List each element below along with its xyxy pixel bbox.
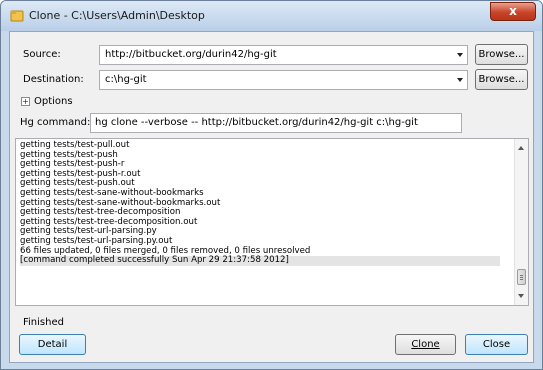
scroll-thumb[interactable] [517, 269, 526, 285]
scroll-up-icon[interactable] [518, 146, 524, 150]
tortoisehg-app-icon [10, 10, 24, 22]
hg-command-field[interactable]: hg clone --verbose -- http://bitbucket.o… [90, 113, 462, 133]
destination-value: c:\hg-git [105, 74, 147, 85]
destination-label: Destination: [23, 74, 84, 85]
close-button[interactable]: Close [465, 334, 528, 355]
log-scrollbar[interactable] [514, 139, 528, 305]
window-close-button[interactable]: x [490, 2, 536, 21]
window-title: Clone - C:\Users\Admin\Desktop [29, 9, 205, 22]
hg-command-value: hg clone --verbose -- http://bitbucket.o… [95, 117, 418, 128]
options-expand-icon[interactable]: + [21, 97, 30, 106]
clone-dialog-window: Clone - C:\Users\Admin\Desktop x Source:… [0, 0, 543, 370]
clone-button[interactable]: Clone [395, 334, 456, 355]
dialog-client-area: Source: http://bitbucket.org/durin42/hg-… [9, 31, 534, 363]
status-text: Finished [23, 317, 64, 328]
hg-command-label: Hg command: [20, 117, 91, 128]
source-value: http://bitbucket.org/durin42/hg-git [105, 49, 277, 60]
source-combobox[interactable]: http://bitbucket.org/durin42/hg-git [99, 45, 468, 65]
log-lines: getting tests/test-pull.out getting tests… [20, 140, 500, 266]
chevron-down-icon[interactable] [457, 78, 463, 82]
chevron-down-icon[interactable] [457, 53, 463, 57]
destination-browse-button[interactable]: Browse... [475, 69, 528, 90]
options-label[interactable]: Options [34, 96, 73, 107]
scroll-down-icon[interactable] [518, 294, 524, 298]
source-browse-button[interactable]: Browse... [475, 44, 528, 65]
clone-button-label: Clone [411, 339, 440, 350]
destination-combobox[interactable]: c:\hg-git [99, 70, 468, 90]
title-bar[interactable]: Clone - C:\Users\Admin\Desktop x [1, 1, 542, 31]
detail-button[interactable]: Detail [19, 334, 86, 355]
output-log[interactable]: getting tests/test-pull.out getting tests… [15, 138, 529, 306]
log-line: [command completed successfully Sun Apr … [20, 256, 500, 266]
source-label: Source: [23, 49, 61, 60]
